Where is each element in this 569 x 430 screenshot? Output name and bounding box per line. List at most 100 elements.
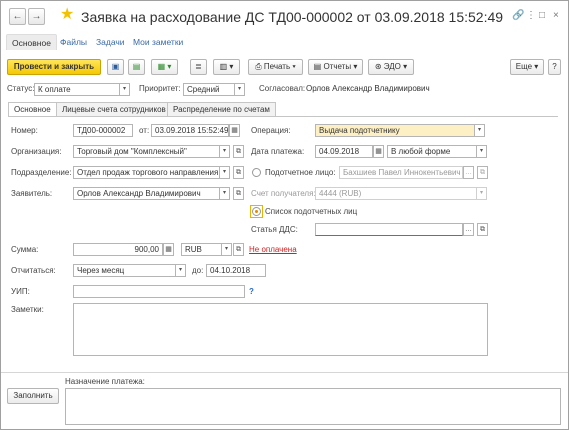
department-open-button[interactable]: ⧉ xyxy=(233,166,244,179)
reports-button[interactable]: ▤ Отчеты ▾ xyxy=(308,59,363,75)
applicant-field[interactable]: Орлов Александр Владимирович xyxy=(73,187,220,200)
recipient-account-field[interactable]: 4444 (RUB) xyxy=(315,187,477,200)
post-and-close-button[interactable]: Провести и закрыть xyxy=(7,59,101,75)
priority-field[interactable]: Средний xyxy=(183,83,235,96)
list-view-button[interactable]: ≣ xyxy=(190,59,207,75)
close-icon[interactable]: × xyxy=(553,10,559,22)
favorite-star-icon[interactable]: ★ xyxy=(60,6,74,24)
edo-icon: ⊛ xyxy=(374,62,384,71)
ellipsis-icon: … xyxy=(465,169,472,176)
more-button[interactable]: Еще ▾ xyxy=(510,59,544,75)
organization-dropdown[interactable]: ▾ xyxy=(220,145,230,158)
forward-button[interactable]: → xyxy=(28,8,45,25)
post-button[interactable]: ▤ xyxy=(128,59,145,75)
priority-dropdown[interactable]: ▾ xyxy=(235,83,245,96)
operation-label: Операция: xyxy=(251,126,291,135)
calendar-button[interactable]: ▦ xyxy=(229,124,240,137)
dds-open-button[interactable]: ⧉ xyxy=(477,223,488,236)
post-document-icon: ▤ xyxy=(132,62,141,71)
edo-button[interactable]: ⊛ ЭДО ▾ xyxy=(368,59,414,75)
uip-field[interactable] xyxy=(73,285,245,298)
accountable-radio[interactable] xyxy=(252,168,261,177)
report-dropdown[interactable]: ▾ xyxy=(176,264,186,277)
notes-textarea[interactable] xyxy=(73,303,488,356)
recipient-account-dropdown[interactable]: ▾ xyxy=(477,187,487,200)
calculator-button[interactable]: ▦ xyxy=(163,243,174,256)
organization-field[interactable]: Торговый дом "Комплексный" xyxy=(73,145,220,158)
section-tasks[interactable]: Задачи xyxy=(96,34,125,50)
number-field[interactable]: ТД00-000002 xyxy=(73,124,133,137)
dds-field[interactable] xyxy=(315,223,463,236)
operation-dropdown[interactable]: ▾ xyxy=(475,124,485,137)
chevron-down-icon: ▾ xyxy=(351,62,358,71)
chevron-down-icon: ▾ xyxy=(222,148,226,154)
payment-status-link[interactable]: Не оплачена xyxy=(249,244,297,256)
section-notes[interactable]: Мои заметки xyxy=(133,34,183,50)
chevron-down-icon: ▾ xyxy=(222,190,226,196)
chevron-down-icon: ▾ xyxy=(477,127,481,133)
accountable-select-button[interactable]: … xyxy=(463,166,474,179)
back-button[interactable]: ← xyxy=(9,8,26,25)
menu-icon[interactable]: ⋮ xyxy=(526,10,536,22)
organization-label: Организация: xyxy=(11,147,62,156)
notes-label: Заметки: xyxy=(11,305,44,314)
department-dropdown[interactable]: ▾ xyxy=(220,166,230,179)
print-button[interactable]: ⎙ Печать ▾ xyxy=(248,59,303,75)
accountable-open-button[interactable]: ⧉ xyxy=(477,166,488,179)
open-link-icon: ⧉ xyxy=(236,169,241,176)
section-main[interactable]: Основное xyxy=(6,34,57,50)
sum-field[interactable]: 900,00 xyxy=(73,243,163,256)
applicant-open-button[interactable]: ⧉ xyxy=(233,187,244,200)
status-dropdown[interactable]: ▾ xyxy=(120,83,130,96)
operation-field[interactable]: Выдача подотчетнику xyxy=(315,124,475,137)
tab-main[interactable]: Основное xyxy=(8,102,57,117)
status-field[interactable]: К оплате xyxy=(34,83,120,96)
create-based-on-icon: ▦ ▾ xyxy=(157,62,172,71)
dds-label: Статья ДДС: xyxy=(251,225,298,234)
pay-date-label: Дата платежа: xyxy=(251,147,305,156)
date-field[interactable]: 03.09.2018 15:52:49 xyxy=(151,124,229,137)
uip-help-icon[interactable]: ? xyxy=(249,286,254,298)
help-button[interactable]: ? xyxy=(548,59,561,75)
currency-field[interactable]: RUB xyxy=(181,243,222,256)
chevron-down-icon: ▾ xyxy=(237,86,241,92)
number-label: Номер: xyxy=(11,126,38,135)
sum-label: Сумма: xyxy=(11,245,39,254)
reports-icon: ▤ xyxy=(313,62,324,71)
report-field[interactable]: Через месяц xyxy=(73,264,176,277)
chevron-down-icon: ▾ xyxy=(224,246,228,252)
currency-open-button[interactable]: ⧉ xyxy=(233,243,244,256)
pay-form-field[interactable]: В любой форме xyxy=(387,145,477,158)
organization-open-button[interactable]: ⧉ xyxy=(233,145,244,158)
applicant-dropdown[interactable]: ▾ xyxy=(220,187,230,200)
report-date-field[interactable]: 04.10.2018 xyxy=(206,264,266,277)
purpose-textarea[interactable] xyxy=(65,388,561,425)
list-radio[interactable] xyxy=(252,207,261,216)
report-label: Отчитаться: xyxy=(11,266,56,275)
maximize-icon[interactable]: □ xyxy=(539,10,545,22)
link-icon[interactable]: 🔗 xyxy=(512,10,524,22)
save-button[interactable]: ▣ xyxy=(107,59,124,75)
chevron-down-icon: ▾ xyxy=(479,148,483,154)
calculator-icon: ▦ xyxy=(165,246,172,253)
currency-dropdown[interactable]: ▾ xyxy=(222,243,232,256)
create-based-on-button[interactable]: ▦ ▾ xyxy=(151,59,178,75)
open-link-icon: ⧉ xyxy=(236,246,241,253)
tab-employee-accounts[interactable]: Лицевые счета сотрудников xyxy=(56,102,172,116)
tab-distribution[interactable]: Распределение по счетам xyxy=(167,102,276,116)
structure-button[interactable]: ▥ ▾ xyxy=(213,59,240,75)
structure-icon: ▥ ▾ xyxy=(219,62,234,71)
uip-label: УИП: xyxy=(11,287,30,296)
arrow-right-icon: → xyxy=(31,11,42,22)
floppy-disk-icon: ▣ xyxy=(111,62,120,71)
approved-label: Согласовал: xyxy=(259,84,306,93)
accountable-field[interactable]: Бахшиев Павел Иннокентьевич xyxy=(339,166,463,179)
pay-date-field[interactable]: 04.09.2018 xyxy=(315,145,373,158)
pay-date-calendar-button[interactable]: ▦ xyxy=(373,145,384,158)
dds-select-button[interactable]: … xyxy=(463,223,474,236)
department-field[interactable]: Отдел продаж торгового направления xyxy=(73,166,220,179)
section-files[interactable]: Файлы xyxy=(60,34,87,50)
pay-form-dropdown[interactable]: ▾ xyxy=(477,145,487,158)
fill-button[interactable]: Заполнить xyxy=(7,388,59,404)
page-title: Заявка на расходование ДС ТД00-000002 от… xyxy=(81,9,504,25)
